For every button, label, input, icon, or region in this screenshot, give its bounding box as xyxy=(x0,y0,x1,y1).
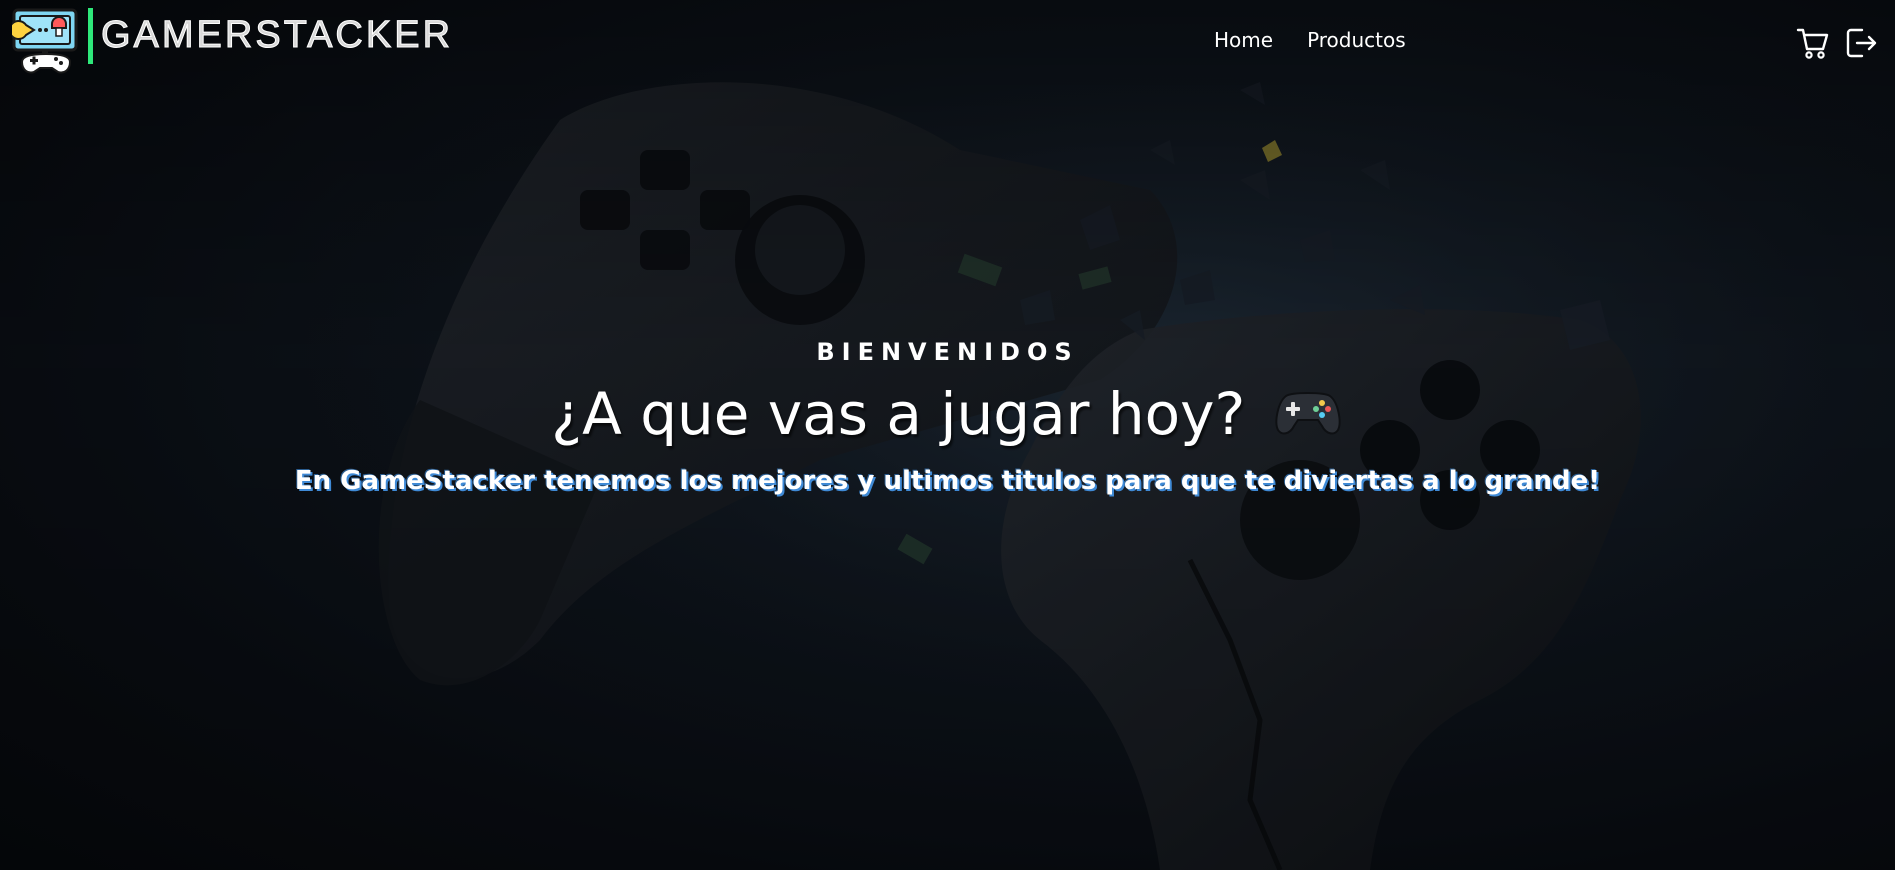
arcade-controller-logo-icon xyxy=(8,6,80,76)
hero-kicker: BIENVENIDOS xyxy=(816,338,1079,366)
brand-name: GAMERSTACKER xyxy=(100,13,454,56)
nav-link-home[interactable]: Home xyxy=(1214,28,1273,52)
nav-link-productos[interactable]: Productos xyxy=(1307,28,1406,52)
nav-icons xyxy=(1796,26,1878,60)
brand-divider xyxy=(88,8,93,64)
hero-title-text: ¿A que vas a jugar hoy? xyxy=(551,380,1246,448)
brand[interactable]: GAMERSTACKER xyxy=(8,6,454,76)
nav-links: Home Productos xyxy=(1214,28,1406,52)
cart-icon[interactable] xyxy=(1796,26,1830,60)
hero-subtitle: En GameStacker tenemos los mejores y ult… xyxy=(294,466,1601,496)
game-controller-icon xyxy=(1272,384,1344,452)
page: GAMERSTACKER Home Productos BIENVENIDOS … xyxy=(0,0,1895,870)
navbar: GAMERSTACKER Home Productos xyxy=(0,0,1895,84)
logout-icon[interactable] xyxy=(1844,26,1878,60)
hero-title: ¿A que vas a jugar hoy? xyxy=(0,380,1895,452)
